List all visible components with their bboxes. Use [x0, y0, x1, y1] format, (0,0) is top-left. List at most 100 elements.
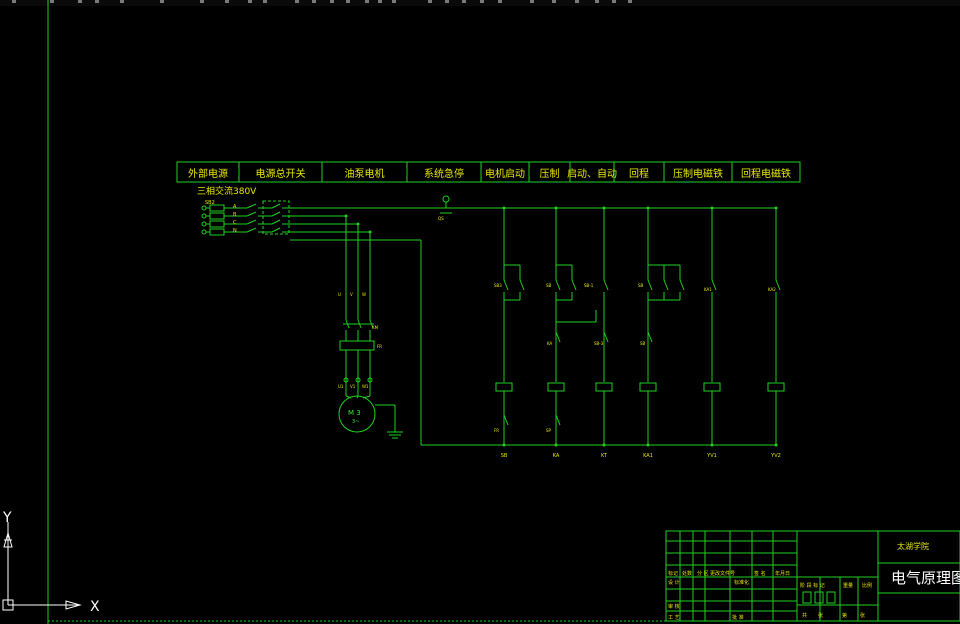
- lower-tag-0: FR: [494, 428, 499, 433]
- contact: [679, 279, 685, 291]
- ladder-tag-1: KA: [553, 453, 560, 459]
- fuse: [209, 228, 225, 236]
- junction: [774, 443, 778, 447]
- toolbar-tick: [628, 0, 632, 3]
- relay-coil: [767, 382, 785, 392]
- contact: [555, 331, 561, 343]
- ucs-icon: Y X: [2, 510, 100, 615]
- contact: [711, 279, 717, 291]
- toolbar-tick: [12, 0, 16, 3]
- thermal-relay: [339, 340, 375, 351]
- contact: [503, 414, 509, 426]
- switch-blade: [271, 203, 281, 209]
- motor-label: M 3: [348, 409, 361, 417]
- toolbar-tick: [263, 0, 267, 3]
- motor-tag-u1: U1: [338, 384, 344, 389]
- stage-box: [826, 591, 836, 604]
- junction: [602, 443, 606, 447]
- toolbar-tick: [445, 0, 449, 3]
- toolbar-tick: [95, 0, 99, 3]
- motor-tag-v1: V1: [350, 384, 356, 389]
- junction: [710, 443, 714, 447]
- junction: [646, 443, 650, 447]
- junction: [554, 443, 558, 447]
- header-cell-8: 压制电磁铁: [673, 167, 723, 180]
- switch-blade: [246, 227, 257, 233]
- header-cell-2: 油泵电机: [345, 167, 385, 180]
- relay-coil: [703, 382, 721, 392]
- thermal-relay-tag: FR: [377, 344, 382, 349]
- header-cell-6: 启动、自动: [567, 167, 617, 180]
- checker-label: 审 核: [668, 603, 680, 610]
- mid-tag-2: SB: [640, 341, 646, 346]
- designer-label: 设 计: [668, 579, 680, 586]
- junction: [356, 222, 360, 226]
- title-row-label-2: 分 区: [697, 570, 709, 577]
- contact-tag-4: KA1: [704, 287, 712, 292]
- header-cell-7: 回程: [629, 168, 649, 180]
- toolbar-tick: [612, 0, 616, 3]
- process-label: 工 艺: [668, 615, 680, 621]
- weight-label: 重量: [843, 582, 853, 589]
- relay-coil: [595, 382, 613, 392]
- toolbar-tick: [50, 0, 54, 3]
- toolbar-tick: [330, 0, 334, 3]
- title-block: 太湖学院 电气原理图 标记 处数分 区更改文件号 签 名 年月日设 计 标准化审 核工 …: [665, 530, 960, 622]
- relay-coil: [495, 382, 513, 392]
- contactor-tag: KM: [372, 325, 379, 330]
- phase-label-c: C: [233, 220, 237, 226]
- toolbar-tick: [225, 0, 229, 3]
- approval-label: 批 准: [732, 614, 744, 621]
- cad-drawing-canvas[interactable]: 外部电源 电源总开关 油泵电机 系统急停 电机启动 压制 启动、自动 回程 压制电磁铁 回程电磁铁…: [0, 0, 960, 624]
- title-row-label-0: 标记: [668, 570, 678, 577]
- motor-tag-u: U: [338, 292, 341, 297]
- toolbar-tick: [552, 0, 556, 3]
- mid-tag-0: KA: [547, 341, 553, 346]
- junction: [368, 230, 372, 234]
- contact: [663, 279, 669, 291]
- stage-box: [814, 591, 824, 604]
- toolbar-tick: [248, 0, 252, 3]
- terminal: [201, 221, 207, 227]
- supply-section: 三相交流380V SB2 A B C N: [197, 185, 776, 446]
- header-cell-5: 压制: [540, 167, 560, 180]
- contact: [775, 279, 781, 291]
- contact-tag-0: SB3: [494, 283, 502, 288]
- toolbar-tick: [78, 0, 82, 3]
- sheet-label-3: 张: [860, 612, 865, 619]
- contact: [503, 279, 509, 291]
- switch-blade: [271, 227, 281, 233]
- toolbar-tick: [378, 0, 382, 3]
- terminal: [201, 205, 207, 211]
- header-row: 外部电源 电源总开关 油泵电机 系统急停 电机启动 压制 启动、自动 回程 压制电磁铁 回程电磁铁: [176, 161, 801, 183]
- estop-tag: QS: [438, 216, 444, 221]
- junction: [344, 214, 348, 218]
- toolbar-tick: [498, 0, 502, 3]
- motor-tag-w1: W1: [362, 384, 369, 389]
- phase-label-b: B: [233, 212, 237, 218]
- switch-blade: [246, 203, 257, 209]
- stage-box: [802, 591, 812, 604]
- toolbar-tick: [295, 0, 299, 3]
- contact: [647, 331, 653, 343]
- toolbar-tick: [575, 0, 579, 3]
- contact: [519, 279, 525, 291]
- scale-label: 比例: [862, 582, 872, 589]
- toolbar-tick: [365, 0, 369, 3]
- contact-tag-3: SB: [638, 283, 644, 288]
- title-row-label-3: 更改文件号: [710, 570, 735, 577]
- contact: [603, 331, 609, 343]
- phase-label-a: A: [233, 204, 237, 210]
- contact-tag-5: KA2: [768, 287, 776, 292]
- switch-blade: [246, 211, 257, 217]
- motor-tag-v: V: [350, 292, 353, 297]
- motor-sub: 3~: [352, 419, 359, 425]
- header-cell-3: 系统急停: [424, 167, 464, 180]
- switch-blade: [271, 219, 281, 225]
- control-ladder: QS SB KA KT KA1 YV1 YV2 SB3 SB SB-1 SB KA1 KA2 KA SB…: [438, 195, 785, 459]
- ladder-tag-4: YV1: [706, 453, 717, 459]
- relay-coil: [547, 382, 565, 392]
- sheet-label-1: 张: [818, 612, 823, 619]
- ladder-tag-3: KA1: [643, 453, 653, 459]
- switch-blade: [271, 211, 281, 217]
